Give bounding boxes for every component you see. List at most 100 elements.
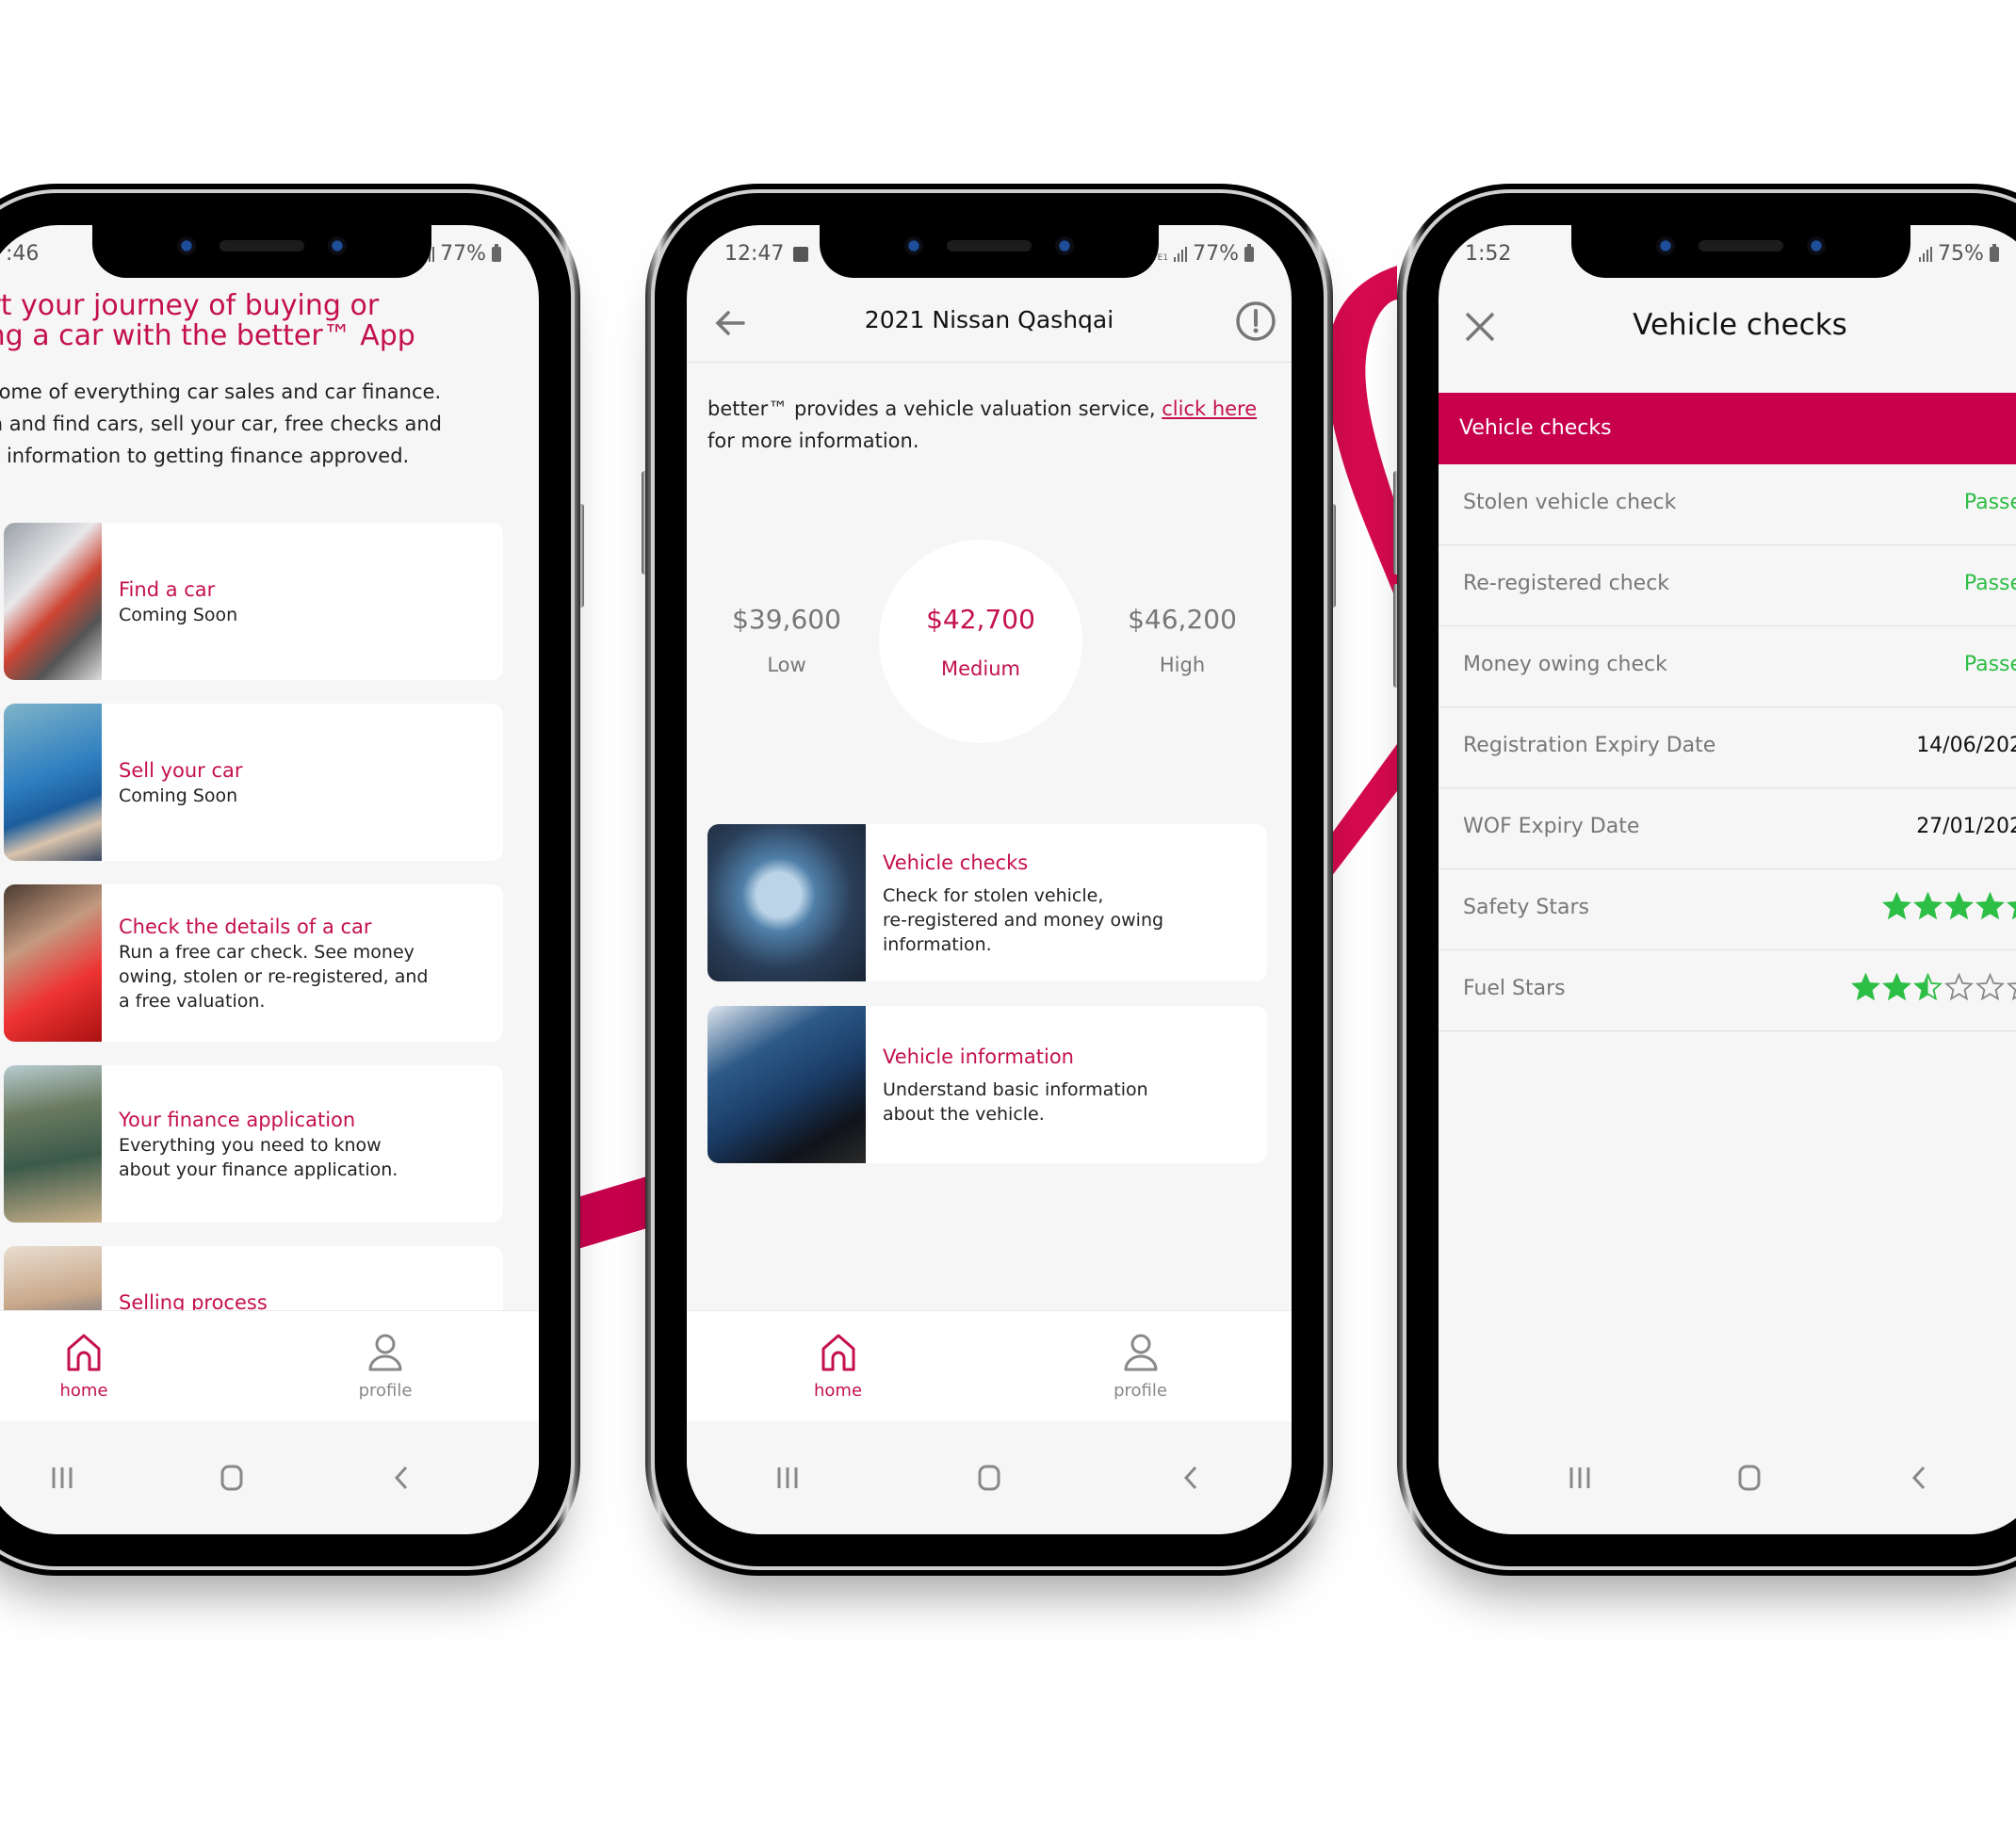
page-title: Vehicle checks [1633,308,1847,342]
bottom-tab-bar: home profile [0,1310,539,1421]
sell-your-car-image [4,704,102,861]
back-chevron-icon [1183,1466,1197,1490]
home-circle-icon [220,1465,243,1491]
valuation-amount: $39,600 [732,604,841,635]
check-value: 27/01/2024 [1916,815,2016,838]
check-car-image [4,884,102,1042]
system-nav-bar [0,1421,539,1534]
card-title: Vehicle information [883,1045,1074,1068]
card-vehicle-checks[interactable]: Vehicle checks Check for stolen vehicle,… [707,824,1267,981]
screen-vehicle-checks: 1:52 75% Vehicle checks Vehicle checks S… [1439,225,2016,1534]
recents-button[interactable] [759,1459,816,1497]
battery-icon [492,243,501,262]
card-title: Vehicle checks [883,851,1029,874]
app-header: Vehicle checks [1439,284,2016,378]
system-back-button[interactable] [1162,1459,1219,1497]
back-chevron-icon [1911,1466,1926,1490]
status-time: :46 [6,242,40,266]
system-back-button[interactable] [1891,1459,1947,1497]
hero-title: art your journey of buying or ling a car… [0,289,415,352]
home-circle-icon [978,1465,1000,1491]
vehicle-checks-image [707,824,866,981]
click-here-link[interactable]: click here [1162,397,1257,420]
home-icon [67,1334,101,1371]
card-description: Everything you need to know about your f… [119,1134,398,1180]
valuation-label: Medium [941,657,1020,680]
card-vehicle-information[interactable]: Vehicle information Understand basic inf… [707,1006,1267,1163]
check-label: Registration Expiry Date [1463,734,1716,757]
exclamation-circle-icon[interactable] [1235,300,1276,342]
star-empty-icon [1975,973,2005,1001]
status-time: 12:47 [724,242,785,266]
star-filled-icon [1882,973,1911,1001]
battery-icon [1989,243,1999,262]
system-nav-bar [1439,1421,2016,1534]
check-row: Stolen vehicle check Passed [1439,464,2016,545]
card-description: Understand basic information about the v… [883,1078,1148,1125]
signal-icon [1174,246,1188,262]
screen-vehicle-valuation: 12:47 ))LTE1 77% 2021 Nissan Qashqai bet… [687,225,1292,1534]
valuation-amount: $46,200 [1128,604,1237,635]
card-find-a-car[interactable]: Find a car Coming Soon [4,523,503,680]
valuation-label: Low [767,654,806,676]
star-empty-icon [1944,973,1974,1001]
star-filled-icon [2007,901,2016,920]
battery-icon [1244,243,1254,262]
card-description: Check for stolen vehicle, re-registered … [883,884,1164,955]
phone-middle: 12:47 ))LTE1 77% 2021 Nissan Qashqai bet… [645,184,1333,1576]
card-finance-application[interactable]: Your finance application Everything you … [4,1065,503,1223]
card-description: Coming Soon [119,785,238,806]
check-value: 14/06/2023 [1916,734,2016,757]
tab-label: home [813,1381,863,1401]
phone-right: 1:52 75% Vehicle checks Vehicle checks S… [1397,184,2016,1576]
find-a-car-image [4,523,102,680]
tab-profile[interactable]: profile [989,1311,1292,1421]
battery-percent: 77% [1193,242,1239,266]
ribbon-segment-right-curve [1326,266,1397,603]
check-status: Passed [1963,491,2016,514]
system-nav-bar [687,1421,1292,1534]
notch [1571,225,1910,278]
recents-icon [777,1467,798,1488]
system-home-button[interactable] [1721,1459,1778,1497]
card-sell-your-car[interactable]: Sell your car Coming Soon [4,704,503,861]
home-icon [821,1334,854,1371]
tab-home[interactable]: home [687,1311,989,1421]
card-title: Find a car [119,577,216,601]
check-label: Money owing check [1463,653,1667,676]
check-label: Re-registered check [1463,572,1670,595]
card-check-car-details[interactable]: Check the details of a car Run a free ca… [4,884,503,1042]
recents-button[interactable] [1552,1459,1608,1497]
system-back-button[interactable] [373,1459,430,1497]
star-empty-icon [2007,982,2016,1001]
star-rating [1882,892,2016,921]
check-row: Safety Stars [1439,869,2016,950]
card-description: Run a free car check. See money owing, s… [119,941,429,1012]
screen-home: :46 ))LTE1 77% art your journey of buyin… [0,225,539,1534]
battery-percent: 75% [1938,242,1984,266]
recents-button[interactable] [34,1459,90,1497]
battery-percent: 77% [440,242,486,266]
check-status: Passed [1963,572,2016,595]
system-home-button[interactable] [203,1459,260,1497]
section-header-vehicle-checks: Vehicle checks [1439,393,2016,464]
tab-label: profile [1114,1381,1167,1401]
check-row: Re-registered check Passed [1439,545,2016,626]
profile-icon [368,1334,402,1371]
system-home-button[interactable] [961,1459,1017,1497]
home-circle-icon [1738,1465,1761,1491]
card-title: Your finance application [119,1108,356,1131]
check-label: Stolen vehicle check [1463,491,1677,514]
bottom-tab-bar: home profile [687,1310,1292,1421]
check-label: WOF Expiry Date [1463,815,1640,838]
tab-profile[interactable]: profile [183,1311,539,1421]
tab-home[interactable]: home [0,1311,183,1421]
star-rating [1851,973,2016,1002]
signal-icon [1919,246,1932,262]
back-chevron-icon [394,1466,408,1490]
card-title: Sell your car [119,758,243,782]
recents-icon [1569,1467,1590,1488]
notch [92,225,431,278]
check-row: WOF Expiry Date 27/01/2024 [1439,788,2016,869]
check-label: Safety Stars [1463,896,1589,919]
